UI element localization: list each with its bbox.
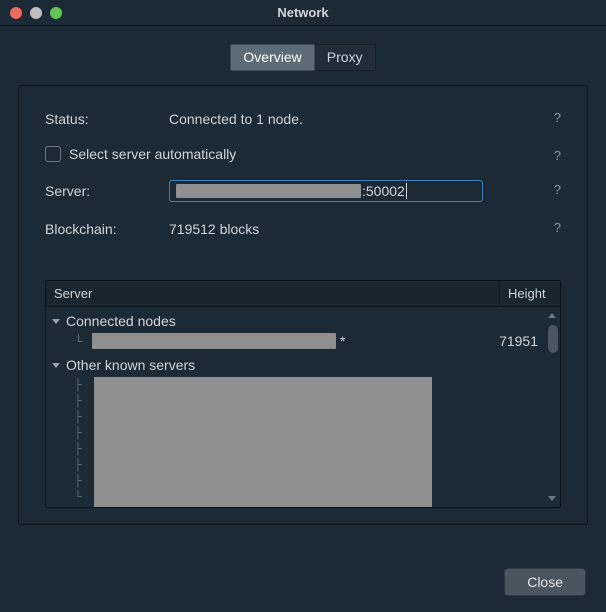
server-row: Server: :50002 ?	[45, 180, 561, 202]
overview-panel: Status: Connected to 1 node. ? Select se…	[18, 85, 588, 525]
server-input[interactable]: :50002	[169, 180, 483, 202]
minimize-window-icon[interactable]	[30, 7, 42, 19]
scroll-down-icon[interactable]	[548, 496, 556, 501]
auto-select-help-icon[interactable]: ?	[554, 148, 561, 163]
vertical-scrollbar[interactable]	[546, 311, 558, 503]
primary-server-star-icon: *	[340, 333, 345, 349]
group-connected-nodes[interactable]: Connected nodes	[52, 311, 560, 331]
other-servers-redacted	[94, 377, 432, 507]
table-header: Server Height	[46, 281, 560, 307]
server-label: Server:	[45, 183, 169, 199]
blockchain-help-icon[interactable]: ?	[554, 220, 561, 235]
group-connected-label: Connected nodes	[66, 313, 176, 329]
tree-branch-icon: └	[74, 334, 88, 348]
maximize-window-icon[interactable]	[50, 7, 62, 19]
connected-node-item[interactable]: └ *	[52, 331, 560, 351]
auto-select-row: Select server automatically ?	[45, 146, 561, 162]
status-label: Status:	[45, 111, 169, 127]
server-port: :50002	[361, 183, 405, 199]
scroll-up-icon[interactable]	[548, 313, 556, 318]
blockchain-value: 719512 blocks	[169, 221, 259, 237]
tab-overview[interactable]: Overview	[230, 44, 314, 71]
blockchain-label: Blockchain:	[45, 221, 169, 237]
close-button[interactable]: Close	[504, 568, 586, 596]
text-caret-icon	[406, 183, 407, 199]
connected-node-host-redacted	[92, 333, 336, 349]
window-controls	[0, 7, 62, 19]
close-window-icon[interactable]	[10, 7, 22, 19]
server-help-icon[interactable]: ?	[554, 182, 561, 197]
chevron-down-icon[interactable]	[52, 363, 60, 368]
titlebar: Network	[0, 0, 606, 26]
content-area: Overview Proxy Status: Connected to 1 no…	[0, 26, 606, 543]
group-other-label: Other known servers	[66, 357, 195, 373]
footer: Close	[504, 568, 586, 596]
col-server[interactable]: Server	[46, 281, 500, 306]
chevron-down-icon[interactable]	[52, 319, 60, 324]
auto-select-checkbox[interactable]	[45, 146, 61, 162]
connected-node-height: 71951	[499, 333, 538, 349]
servers-table: Server Height Connected nodes └ * 71951 …	[45, 280, 561, 508]
status-help-icon[interactable]: ?	[554, 110, 561, 125]
server-host-redacted	[176, 184, 361, 198]
status-row: Status: Connected to 1 node. ?	[45, 108, 561, 130]
tab-proxy[interactable]: Proxy	[315, 44, 376, 71]
blockchain-row: Blockchain: 719512 blocks ?	[45, 218, 561, 240]
window-title: Network	[0, 5, 606, 20]
col-height[interactable]: Height	[500, 281, 560, 306]
auto-select-label: Select server automatically	[69, 146, 236, 162]
scroll-thumb[interactable]	[548, 325, 558, 353]
status-value: Connected to 1 node.	[169, 111, 303, 127]
group-other-servers[interactable]: Other known servers	[52, 355, 560, 375]
table-body: Connected nodes └ * 71951 Other known se…	[46, 307, 560, 507]
tabs: Overview Proxy	[18, 44, 588, 71]
tree-rail-icon: ├ ├ ├ ├ ├ ├ ├ └	[74, 377, 88, 505]
